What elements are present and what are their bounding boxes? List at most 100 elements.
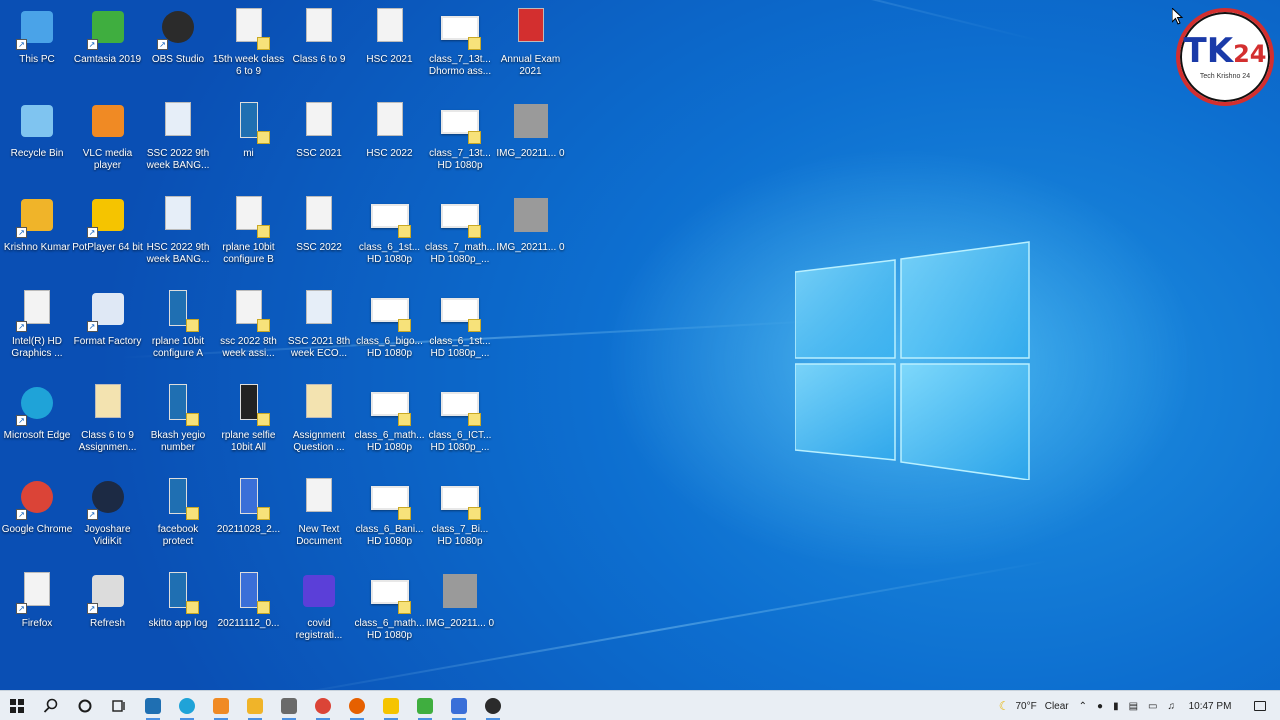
photo-icon [439,572,481,614]
desktop-icon[interactable]: class_6_1st... HD 1080p_... [424,284,496,376]
desktop-icon[interactable]: class_7_Bi... HD 1080p [424,472,496,564]
desktop-icon[interactable]: HSC 2022 [354,96,426,188]
desktop-icon-label: ssc 2022 8th week assi... [220,336,277,359]
taskbar-app-2[interactable] [170,691,204,720]
desktop-icon[interactable]: class_6_Bani... HD 1080p [354,472,426,564]
firefox-icon [349,697,365,714]
taskbar-app-6[interactable] [306,691,340,720]
start-button[interactable] [0,691,34,720]
shared-badge-icon [468,131,481,144]
weather-widget[interactable]: ☾ 70°F Clear [994,691,1074,720]
network-icon[interactable]: ▤ [1124,691,1143,720]
shared-badge-icon [468,37,481,50]
desktop-icon[interactable]: ↗ Krishno Kumar [1,190,73,282]
desktop-icon[interactable]: SSC 2021 [283,96,355,188]
desktop-icon[interactable]: class_6_math... HD 1080p [354,566,426,658]
search-button[interactable] [34,691,68,720]
desktop-icon[interactable]: SSC 2022 [283,190,355,282]
desktop-icon[interactable]: class_6_bigo... HD 1080p [354,284,426,376]
microphone-icon[interactable]: ▮ [1108,691,1124,720]
display-icon[interactable]: ▭ [1143,691,1162,720]
desktop-icon[interactable]: ssc 2022 8th week assi... [213,284,285,376]
desktop-icon[interactable]: facebook protect [142,472,214,564]
desktop-icon[interactable]: SSC 2022 9th week BANG... [142,96,214,188]
desktop-icon[interactable]: class_7_math... HD 1080p_... [424,190,496,282]
desktop-icon[interactable]: mi [213,96,285,188]
taskbar-app-3[interactable] [204,691,238,720]
taskbar-app-11[interactable] [476,691,510,720]
desktop-icon[interactable]: class_6_ICT... HD 1080p_... [424,378,496,470]
desktop-icon[interactable]: New Text Document [283,472,355,564]
desktop-icon-label: class_6_bigo... HD 1080p [356,336,423,359]
desktop-icon[interactable]: HSC 2021 [354,2,426,94]
desktop-icon[interactable]: Bkash yegio number [142,378,214,470]
desktop-icon[interactable]: ↗ Joyoshare VidiKit [72,472,144,564]
desktop-icon[interactable]: ↗ Camtasia 2019 [72,2,144,94]
desktop-icon[interactable]: ↗ Intel(R) HD Graphics ... [1,284,73,376]
desktop-icon[interactable]: rplane 10bit configure A [142,284,214,376]
desktop-icon[interactable]: skitto app log [142,566,214,658]
shortcut-arrow-icon: ↗ [16,321,27,332]
desktop-icon[interactable]: 20211028_2... [213,472,285,564]
desktop-icon[interactable]: ↗ Microsoft Edge [1,378,73,470]
shared-badge-icon [256,601,270,614]
phone-image-icon [228,102,270,144]
desktop-icon[interactable]: 15th week class 6 to 9 [213,2,285,94]
clock[interactable]: 10:47 PM [1180,691,1240,720]
mouse-cursor-icon [1172,8,1184,25]
chevron-up-icon[interactable]: ⌃ [1074,691,1092,720]
desktop-icon[interactable]: class_6_1st... HD 1080p [354,190,426,282]
taskbar-app-9[interactable] [408,691,442,720]
desktop-icon[interactable]: ↗ Firefox [1,566,73,658]
image-file-icon [228,290,270,332]
desktop-icon[interactable]: rplane 10bit configure B [213,190,285,282]
desktop-icon[interactable]: 20211112_0... [213,566,285,658]
desktop-icon[interactable]: HSC 2022 9th week BANG... [142,190,214,282]
desktop-icon[interactable]: class_7_13t... Dhormo ass... [424,2,496,94]
desktop-icon-label: class_6_ICT... HD 1080p_... [428,430,492,453]
pdf-file-icon [510,8,552,50]
desktop-icon[interactable]: Assignment Question ... [283,378,355,470]
desktop-icon[interactable]: ↗ Format Factory [72,284,144,376]
desktop-icon[interactable]: rplane selfie 10bit All [213,378,285,470]
taskbar-app-10[interactable] [442,691,476,720]
taskbar-app-7[interactable] [340,691,374,720]
desktop-icon[interactable]: IMG_20211... 0 [495,190,567,282]
desktop-icon[interactable]: ↗ Refresh [72,566,144,658]
brand-logo-tagline: Tech Krishno 24 [1199,73,1251,80]
desktop-icon[interactable]: Class 6 to 9 Assignmen... [72,378,144,470]
volume-icon[interactable]: ♫ [1163,691,1181,720]
chrome-icon: ↗ [16,478,58,520]
desktop-icon[interactable]: IMG_20211... 0 [495,96,567,188]
taskbar-app-5[interactable] [272,691,306,720]
taskbar-app-4[interactable] [238,691,272,720]
desktop-icon-label: Microsoft Edge [3,430,71,441]
taskbar: ☾ 70°F Clear ⌃ ● ▮ ▤ ▭ ♫ 10:47 PM [0,690,1280,720]
desktop-icon[interactable]: SSC 2021 8th week ECO... [283,284,355,376]
desktop-icon[interactable]: ↗ OBS Studio [142,2,214,94]
taskbar-app-1[interactable] [136,691,170,720]
desktop-icon[interactable]: ↗ PotPlayer 64 bit [72,190,144,282]
notification-center-icon[interactable] [1240,691,1280,720]
desktop-icon[interactable]: covid registrati... [283,566,355,658]
desktop-icon[interactable]: ↗ This PC [1,2,73,94]
desktop-icon[interactable]: ↗ Google Chrome [1,472,73,564]
desktop-icon[interactable]: class_6_math... HD 1080p [354,378,426,470]
desktop-icon[interactable]: VLC media player [72,96,144,188]
explorer-blue-icon [145,697,161,714]
desktop-icon[interactable]: Annual Exam 2021 [495,2,567,94]
desktop-icon[interactable]: Recycle Bin [1,96,73,188]
desktop-icon-label: rplane 10bit configure B [222,242,275,265]
taskbar-app-8[interactable] [374,691,408,720]
desktop-icon[interactable]: IMG_20211... 0 [424,566,496,658]
people-icon[interactable]: ● [1092,691,1108,720]
task-view-button[interactable] [102,691,136,720]
desktop-icon[interactable]: Class 6 to 9 [283,2,355,94]
desktop-icon-label: Firefox [21,618,53,629]
blank-file-icon [369,102,411,144]
vidikit-icon: ↗ [86,478,129,520]
document-icon [157,102,199,144]
desktop-icon[interactable]: class_7_13t... HD 1080p [424,96,496,188]
shared-badge-icon [256,131,270,144]
cortana-button[interactable] [68,691,102,720]
